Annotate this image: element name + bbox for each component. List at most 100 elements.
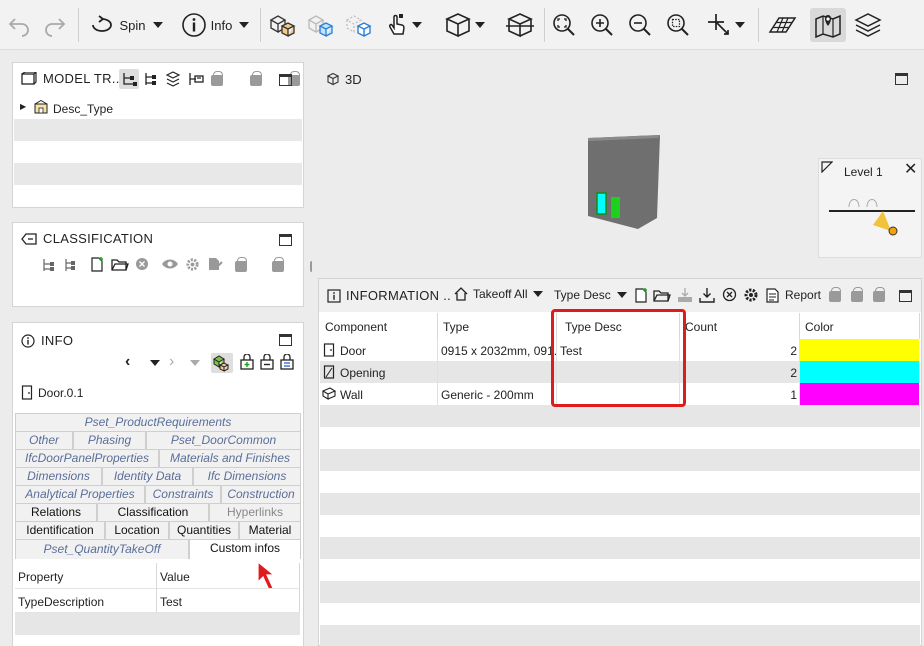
class-flat-button[interactable] — [63, 257, 77, 276]
zoom-in-button[interactable] — [586, 8, 618, 42]
zoom-fit-icon — [553, 14, 575, 36]
color-swatch[interactable] — [800, 361, 919, 383]
component-column-header[interactable]: Component — [320, 313, 438, 339]
tab-dimensions[interactable]: Dimensions — [15, 467, 102, 485]
maximize-icon[interactable] — [895, 73, 908, 85]
lock-icon — [272, 257, 285, 272]
type-desc-dropdown[interactable]: Type Desc — [554, 288, 627, 302]
zoom-out-button[interactable] — [624, 8, 656, 42]
collapse-corner-icon[interactable] — [821, 161, 833, 173]
linked-objects-button[interactable] — [211, 353, 233, 373]
maximize-icon[interactable] — [899, 290, 912, 302]
hand-select-dropdown[interactable] — [380, 8, 426, 42]
wall-model[interactable] — [584, 132, 664, 232]
export-button[interactable] — [699, 287, 715, 306]
classification-panel: CLASSIFICATION — [12, 222, 322, 307]
isolate-button[interactable] — [304, 8, 336, 42]
tab-ifc-dimensions[interactable]: Ifc Dimensions — [193, 467, 301, 485]
classification-settings-button[interactable] — [185, 257, 200, 275]
takeoff-dropdown[interactable]: Takeoff All — [453, 286, 544, 302]
info-dropdown[interactable]: Info — [176, 8, 254, 42]
chevron-down-icon[interactable] — [190, 360, 200, 366]
layers-button[interactable] — [850, 8, 886, 42]
add-lock-button[interactable] — [239, 353, 255, 373]
tab-ifc-door-panel-properties[interactable]: IfcDoorPanelProperties — [15, 449, 159, 467]
maximize-icon[interactable] — [279, 334, 292, 346]
tab-identity-data[interactable]: Identity Data — [102, 467, 193, 485]
visibility-button[interactable] — [161, 258, 179, 273]
view-cube-dropdown[interactable] — [440, 8, 488, 42]
close-icon[interactable]: ✕ — [904, 159, 917, 179]
value-column-header[interactable]: Value — [157, 563, 300, 589]
layers-tree-button[interactable] — [165, 71, 181, 90]
new-classification-button[interactable] — [89, 256, 105, 275]
open-report-button[interactable] — [653, 287, 671, 306]
maximize-icon[interactable] — [279, 74, 292, 86]
tab-materials-and-finishes[interactable]: Materials and Finishes — [159, 449, 301, 467]
zoom-window-button[interactable] — [662, 8, 694, 42]
spin-label: Spin — [119, 17, 146, 33]
edit-classification-button[interactable] — [207, 256, 223, 275]
tab-other[interactable]: Other — [15, 431, 73, 449]
section-box-button[interactable] — [502, 8, 538, 42]
clear-button[interactable] — [722, 287, 737, 305]
undo-button[interactable] — [4, 8, 34, 42]
table-row[interactable]: TypeDescription Test — [15, 589, 300, 613]
gear-icon — [744, 288, 758, 302]
redo-button[interactable] — [40, 8, 70, 42]
transparent-cubes-icon — [307, 15, 334, 38]
tab-phasing[interactable]: Phasing — [73, 431, 146, 449]
show-all-button[interactable] — [266, 8, 298, 42]
tab-relations[interactable]: Relations — [15, 503, 97, 521]
tab-identification[interactable]: Identification — [15, 521, 105, 539]
count-column-header[interactable]: Count — [680, 313, 800, 339]
grid-plane-button[interactable] — [764, 8, 800, 42]
property-column-header[interactable]: Property — [15, 563, 157, 589]
tree-row-root[interactable]: ▶ Desc_Type — [14, 97, 302, 119]
remove-classification-button[interactable] — [135, 257, 149, 274]
tab-hyperlinks[interactable]: Hyperlinks — [209, 503, 301, 521]
color-column-header[interactable]: Color — [800, 313, 920, 339]
tab-construction[interactable]: Construction — [221, 485, 301, 503]
tab-pset-product-requirements[interactable]: Pset_ProductRequirements — [15, 413, 301, 431]
class-tree-button[interactable] — [41, 257, 57, 276]
tab-material[interactable]: Material — [239, 521, 301, 539]
close-circle-icon — [722, 287, 737, 302]
folder-icon — [111, 259, 129, 271]
back-arrow-icon[interactable]: ‹ — [125, 353, 130, 371]
save-button[interactable] — [677, 287, 693, 306]
chevron-down-icon[interactable] — [150, 360, 160, 366]
viewport-3d[interactable]: 3D Level 1 ✕ — [312, 62, 924, 272]
measure-dropdown[interactable] — [700, 8, 750, 42]
minus-lock-button[interactable] — [259, 353, 275, 373]
open-classification-button[interactable] — [111, 256, 129, 275]
color-swatch[interactable] — [800, 383, 919, 405]
spatial-tree-button[interactable] — [143, 71, 157, 90]
forward-arrow-icon[interactable]: › — [169, 353, 174, 371]
tab-analytical-properties[interactable]: Analytical Properties — [15, 485, 145, 503]
report-button[interactable]: Report — [765, 287, 821, 303]
cubes-icon — [269, 15, 296, 38]
type-column-header[interactable]: Type — [438, 313, 557, 339]
tab-pset-quantity-takeoff[interactable]: Pset_QuantityTakeOff — [15, 539, 189, 559]
edit-lock-button[interactable] — [279, 353, 295, 373]
tab-pset-door-common[interactable]: Pset_DoorCommon — [146, 431, 301, 449]
maximize-icon[interactable] — [279, 234, 292, 246]
tab-custom-infos[interactable]: Custom infos — [189, 539, 301, 559]
spin-dropdown[interactable]: Spin — [86, 8, 166, 42]
color-swatch[interactable] — [800, 339, 919, 361]
expand-arrow-icon[interactable]: ▶ — [20, 102, 26, 111]
select-cube-button[interactable] — [342, 8, 374, 42]
tab-quantities[interactable]: Quantities — [169, 521, 239, 539]
zoom-fit-button[interactable] — [548, 8, 580, 42]
tab-classification[interactable]: Classification — [97, 503, 209, 521]
level-minimap[interactable]: Level 1 ✕ — [818, 158, 922, 258]
new-report-button[interactable] — [633, 287, 649, 306]
settings-button[interactable] — [743, 287, 759, 306]
tab-constraints[interactable]: Constraints — [145, 485, 221, 503]
tree-view-button[interactable] — [119, 69, 139, 89]
map-location-button[interactable] — [810, 8, 846, 42]
tab-location[interactable]: Location — [105, 521, 169, 539]
value-cell[interactable]: Test — [157, 589, 300, 613]
group-tree-button[interactable] — [187, 71, 205, 90]
